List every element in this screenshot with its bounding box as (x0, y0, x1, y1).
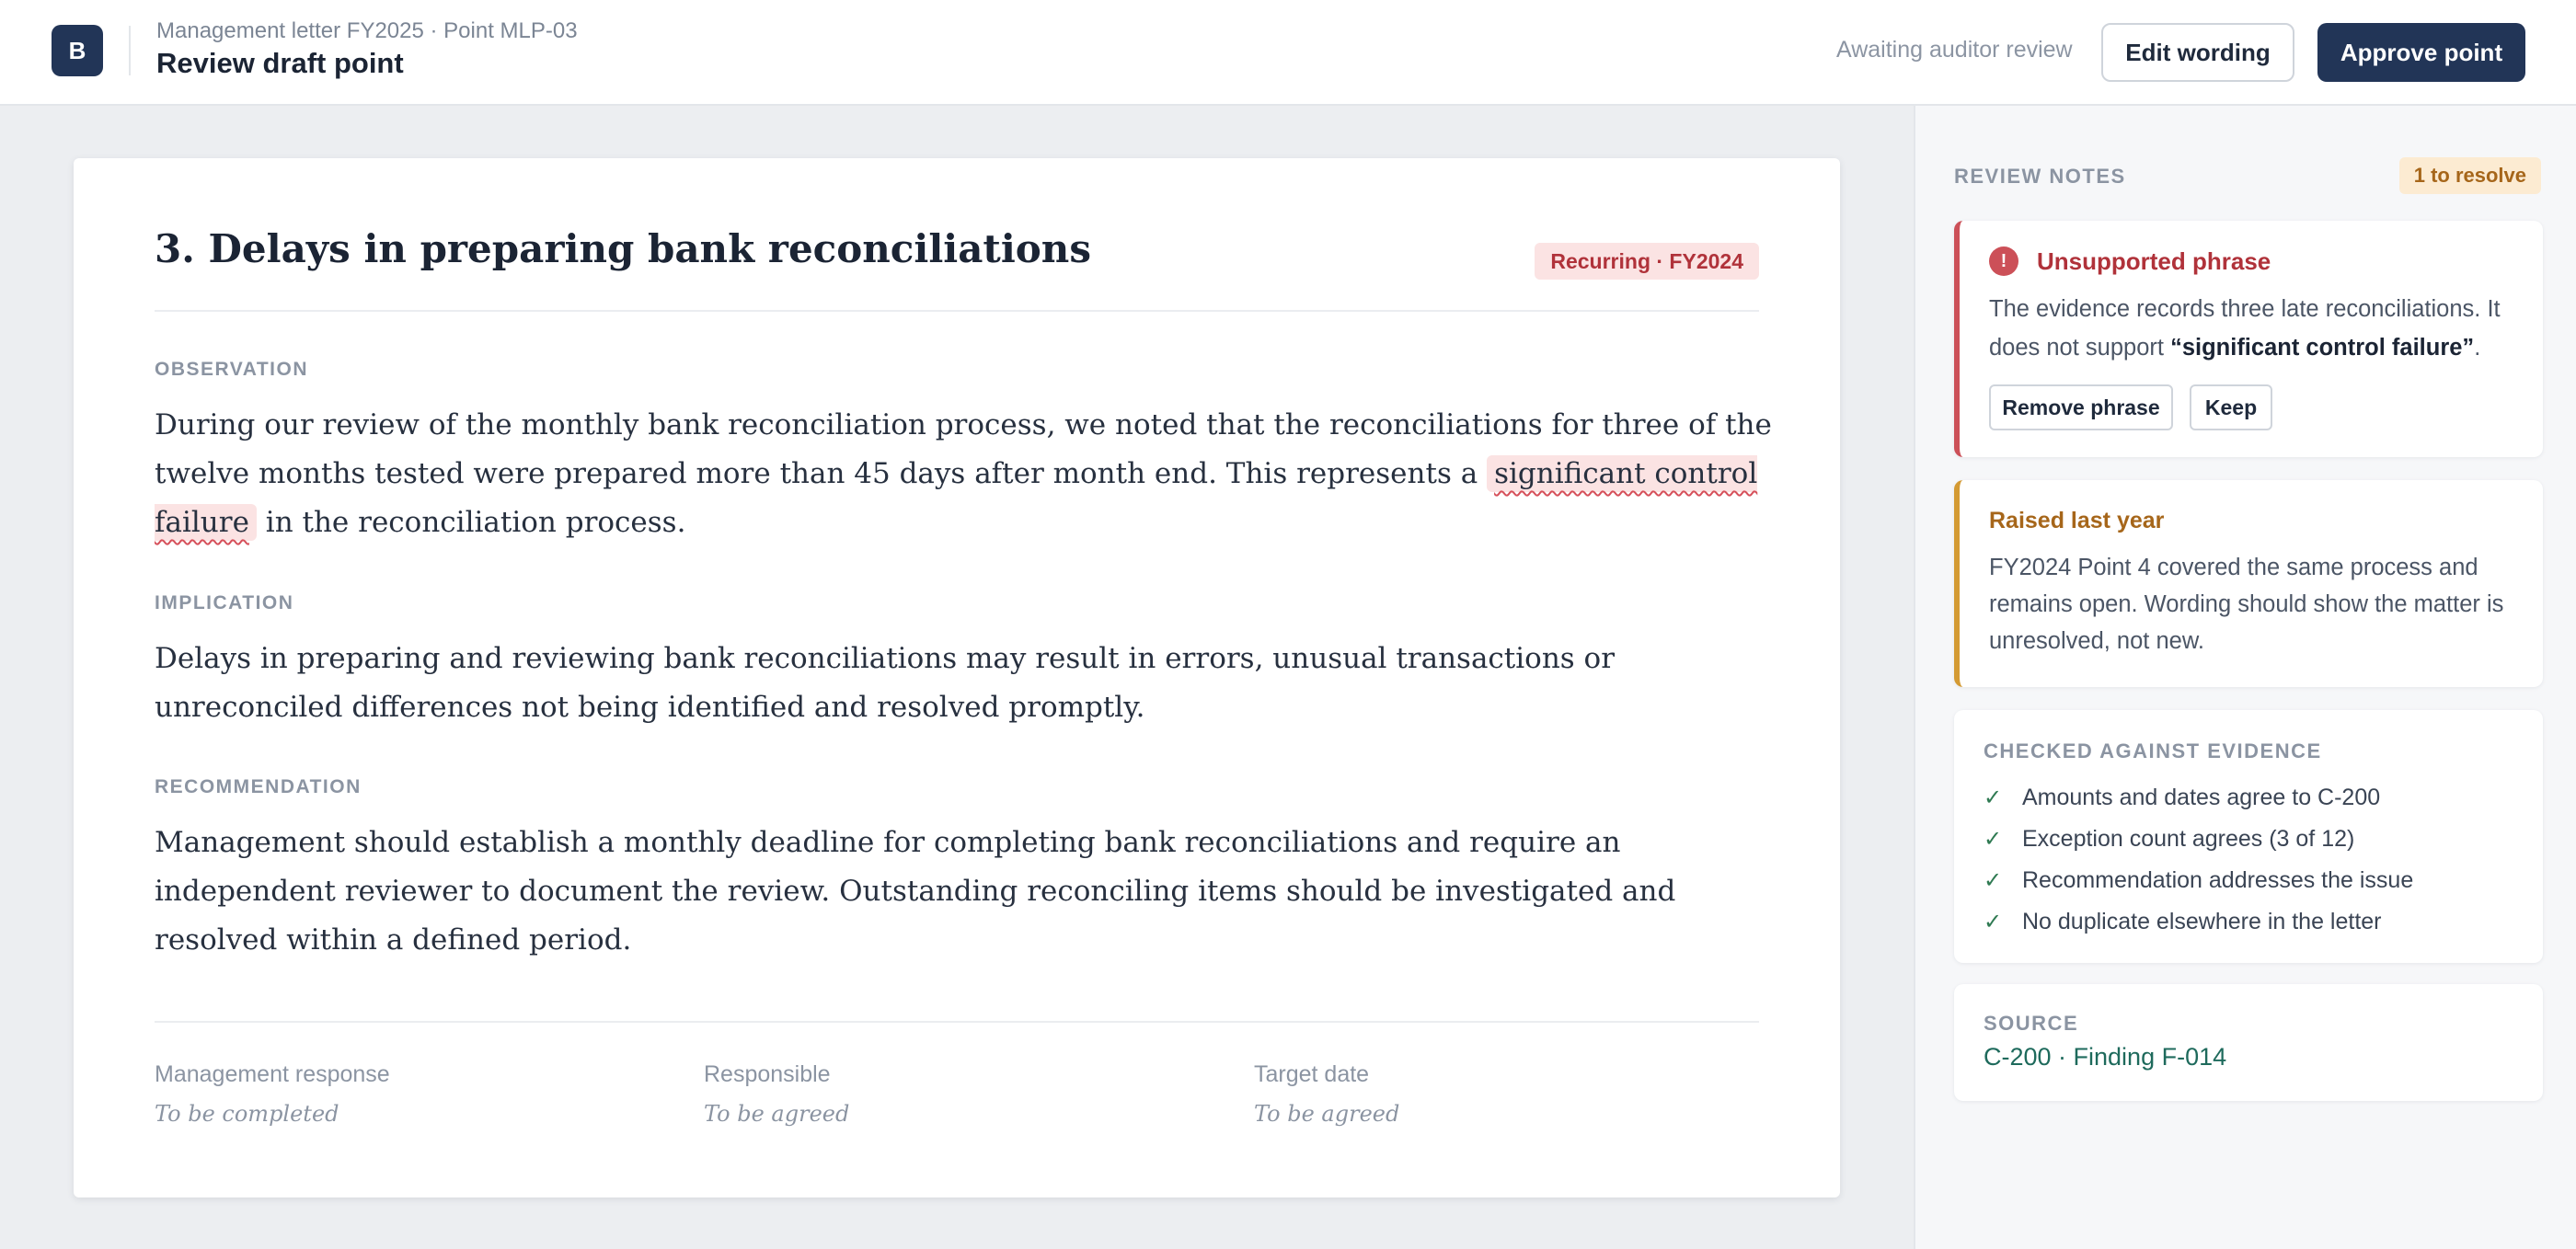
alert-icon: ! (1989, 246, 2018, 276)
recommendation-text[interactable]: Management should establish a monthly de… (155, 819, 1774, 965)
responsible-field: Responsible To be agreed (704, 1061, 1219, 1127)
evidence-check-list: ✓ Amounts and dates agree to C-200 ✓ Excep… (1984, 777, 2413, 943)
management-response-label: Management response (155, 1061, 390, 1087)
review-status: Awaiting auditor review (1836, 37, 2073, 63)
observation-text[interactable]: During our review of the monthly bank re… (155, 401, 1774, 547)
approve-point-button[interactable]: Approve point (2317, 23, 2525, 82)
keep-button[interactable]: Keep (2190, 384, 2272, 430)
unsupported-phrase-text: The evidence records three late reconcil… (1989, 290, 2541, 367)
source-link[interactable]: C-200 · Finding F-014 (1984, 1043, 2226, 1071)
remove-phrase-button[interactable]: Remove phrase (1989, 384, 2173, 430)
unsupported-phrase-card: ! Unsupported phrase The evidence record… (1954, 221, 2543, 457)
check-icon: ✓ (1984, 785, 2003, 810)
check-item: ✓ Amounts and dates agree to C-200 (1984, 777, 2413, 819)
evidence-checks-card: CHECKED AGAINST EVIDENCE ✓ Amounts and da… (1954, 710, 2543, 963)
footer-divider (155, 1021, 1759, 1023)
observation-text-end: in the reconciliation process. (256, 506, 686, 539)
check-item: ✓ Recommendation addresses the issue (1984, 860, 2413, 901)
source-card: SOURCE C-200 · Finding F-014 (1954, 984, 2543, 1101)
top-bar: B Management letter FY2025 · Point MLP-0… (0, 0, 2576, 106)
recurring-badge: Recurring · FY2024 (1535, 243, 1759, 280)
edit-wording-button[interactable]: Edit wording (2101, 23, 2294, 82)
responsible-value[interactable]: To be agreed (704, 1101, 1219, 1127)
header-divider (129, 26, 131, 75)
target-date-label: Target date (1254, 1061, 1370, 1087)
target-date-value[interactable]: To be agreed (1254, 1101, 1769, 1127)
page-title: Review draft point (156, 47, 404, 79)
app-logo: B (52, 25, 103, 76)
raised-last-year-text: FY2024 Point 4 covered the same process … (1989, 555, 2504, 654)
check-icon: ✓ (1984, 868, 2003, 893)
evidence-checks-heading: CHECKED AGAINST EVIDENCE (1984, 739, 2322, 762)
check-item-label: Exception count agrees (3 of 12) (2022, 826, 2355, 852)
implication-text[interactable]: Delays in preparing and reviewing bank r… (155, 635, 1774, 732)
quoted-phrase: “significant control failure” (2170, 335, 2475, 361)
review-notes-heading: REVIEW NOTES (1954, 165, 2126, 188)
unsupported-phrase-title: Unsupported phrase (2037, 247, 2271, 275)
source-heading: SOURCE (1984, 1012, 2079, 1035)
target-date-field: Target date To be agreed (1254, 1061, 1769, 1127)
unsupported-text-end: . (2474, 335, 2481, 361)
check-item-label: Recommendation addresses the issue (2022, 867, 2414, 893)
breadcrumb[interactable]: Management letter FY2025 · Point MLP-03 (156, 18, 578, 44)
check-item-label: No duplicate elsewhere in the letter (2022, 909, 2382, 934)
raised-last-year-card: Raised last year FY2024 Point 4 covered … (1954, 480, 2543, 687)
review-notes-sidebar: REVIEW NOTES 1 to resolve ! Unsupported … (1914, 106, 2576, 1249)
check-item: ✓ No duplicate elsewhere in the letter (1984, 901, 2413, 943)
recommendation-label: RECOMMENDATION (155, 776, 362, 797)
responsible-label: Responsible (704, 1061, 831, 1087)
implication-label: IMPLICATION (155, 592, 294, 613)
check-item: ✓ Exception count agrees (3 of 12) (1984, 819, 2413, 860)
title-divider (155, 310, 1759, 312)
management-response-field: Management response To be completed (155, 1061, 670, 1127)
raised-last-year-title: Raised last year (1989, 508, 2165, 533)
check-item-label: Amounts and dates agree to C-200 (2022, 785, 2381, 810)
observation-label: OBSERVATION (155, 359, 309, 380)
draft-point-document: 3. Delays in preparing bank reconciliati… (74, 158, 1840, 1197)
management-response-value[interactable]: To be completed (155, 1101, 670, 1127)
point-title: 3. Delays in preparing bank reconciliati… (155, 226, 1091, 271)
check-icon: ✓ (1984, 910, 2003, 934)
resolve-count-badge: 1 to resolve (2398, 157, 2541, 194)
check-icon: ✓ (1984, 827, 2003, 852)
